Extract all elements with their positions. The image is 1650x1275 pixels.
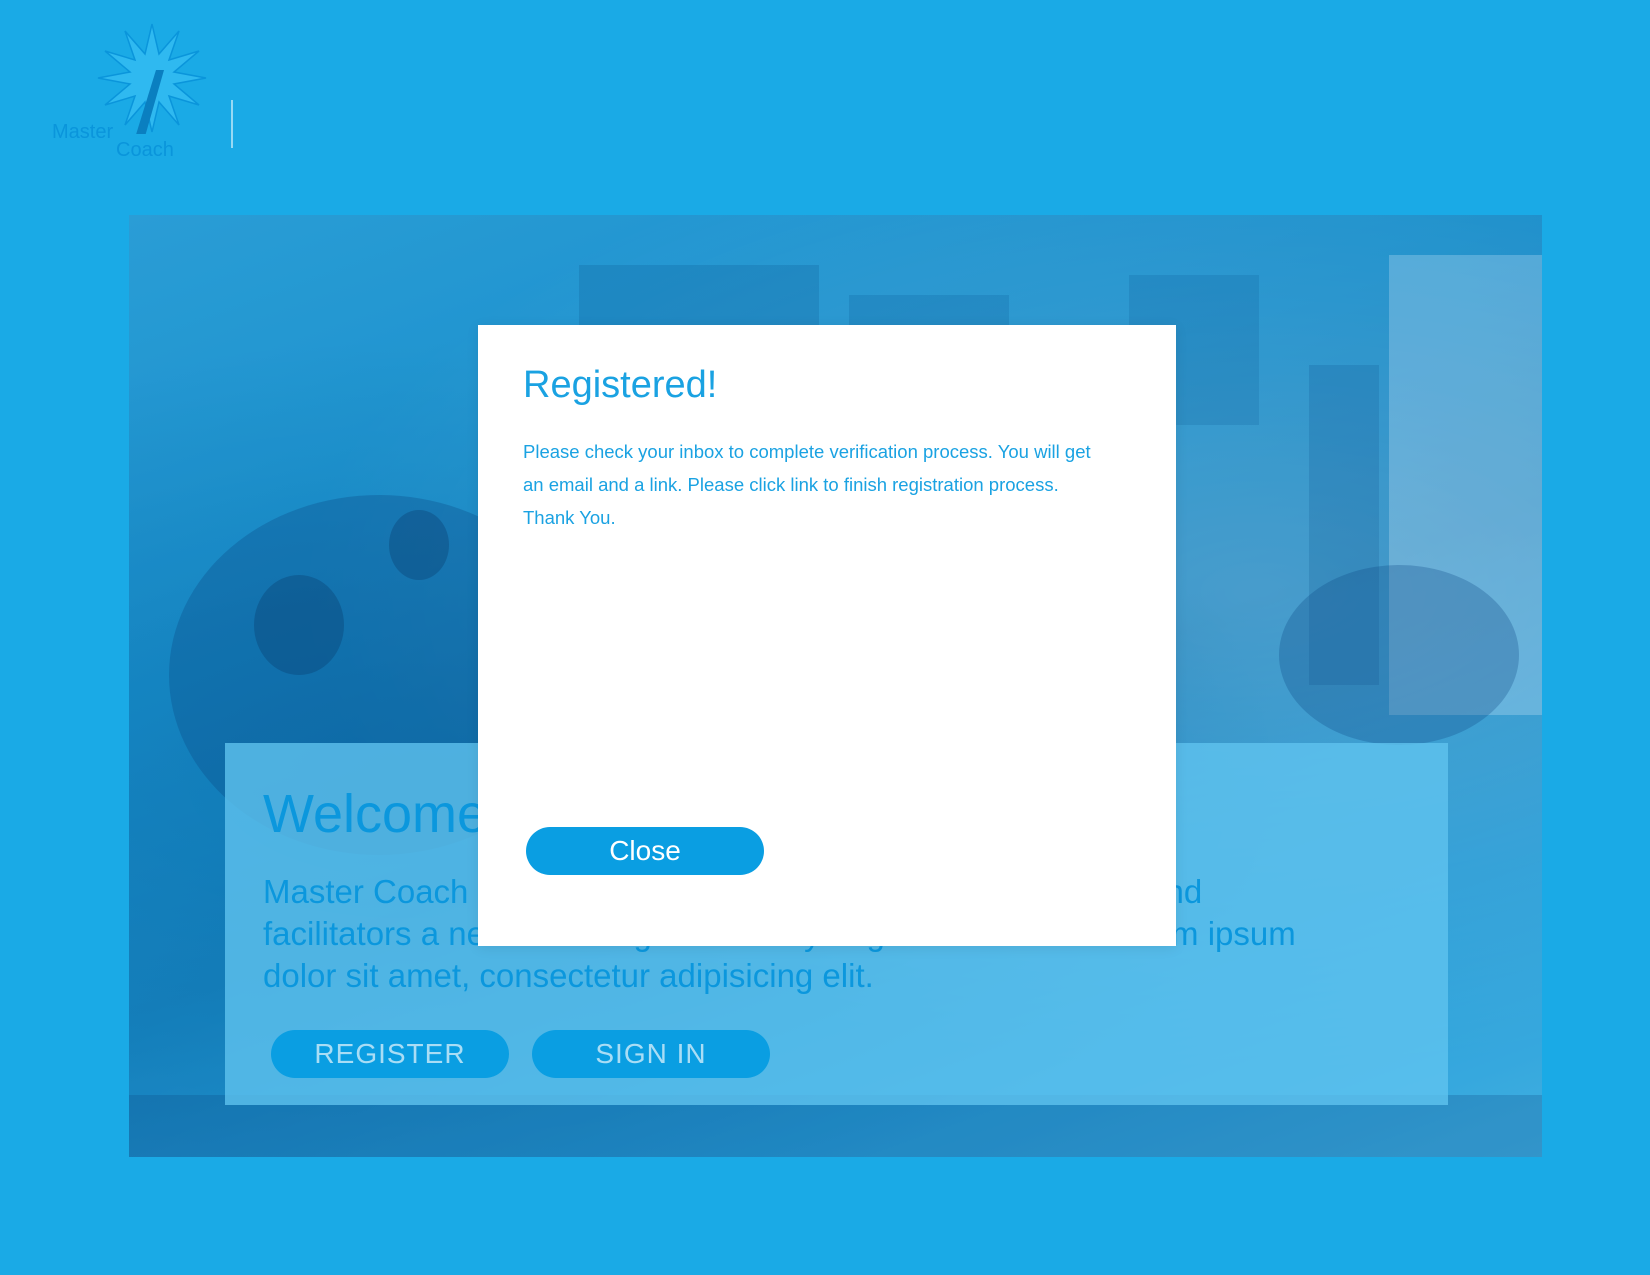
close-button[interactable]: Close	[526, 827, 764, 875]
welcome-title: Welcome.	[263, 784, 503, 844]
modal-title: Registered!	[523, 364, 718, 406]
modal-message: Please check your inbox to complete veri…	[523, 441, 1091, 528]
starburst-icon	[97, 23, 207, 134]
logo-text-master: Master	[52, 121, 114, 143]
logo-text-coach: Coach	[116, 139, 174, 161]
master-coach-logo[interactable]: Master Coach	[48, 22, 228, 162]
header-divider	[231, 100, 233, 148]
registered-modal: Registered! Please check your inbox to c…	[478, 325, 1176, 946]
sign-in-button[interactable]: SIGN IN	[532, 1030, 770, 1078]
register-button[interactable]: REGISTER	[271, 1030, 509, 1078]
